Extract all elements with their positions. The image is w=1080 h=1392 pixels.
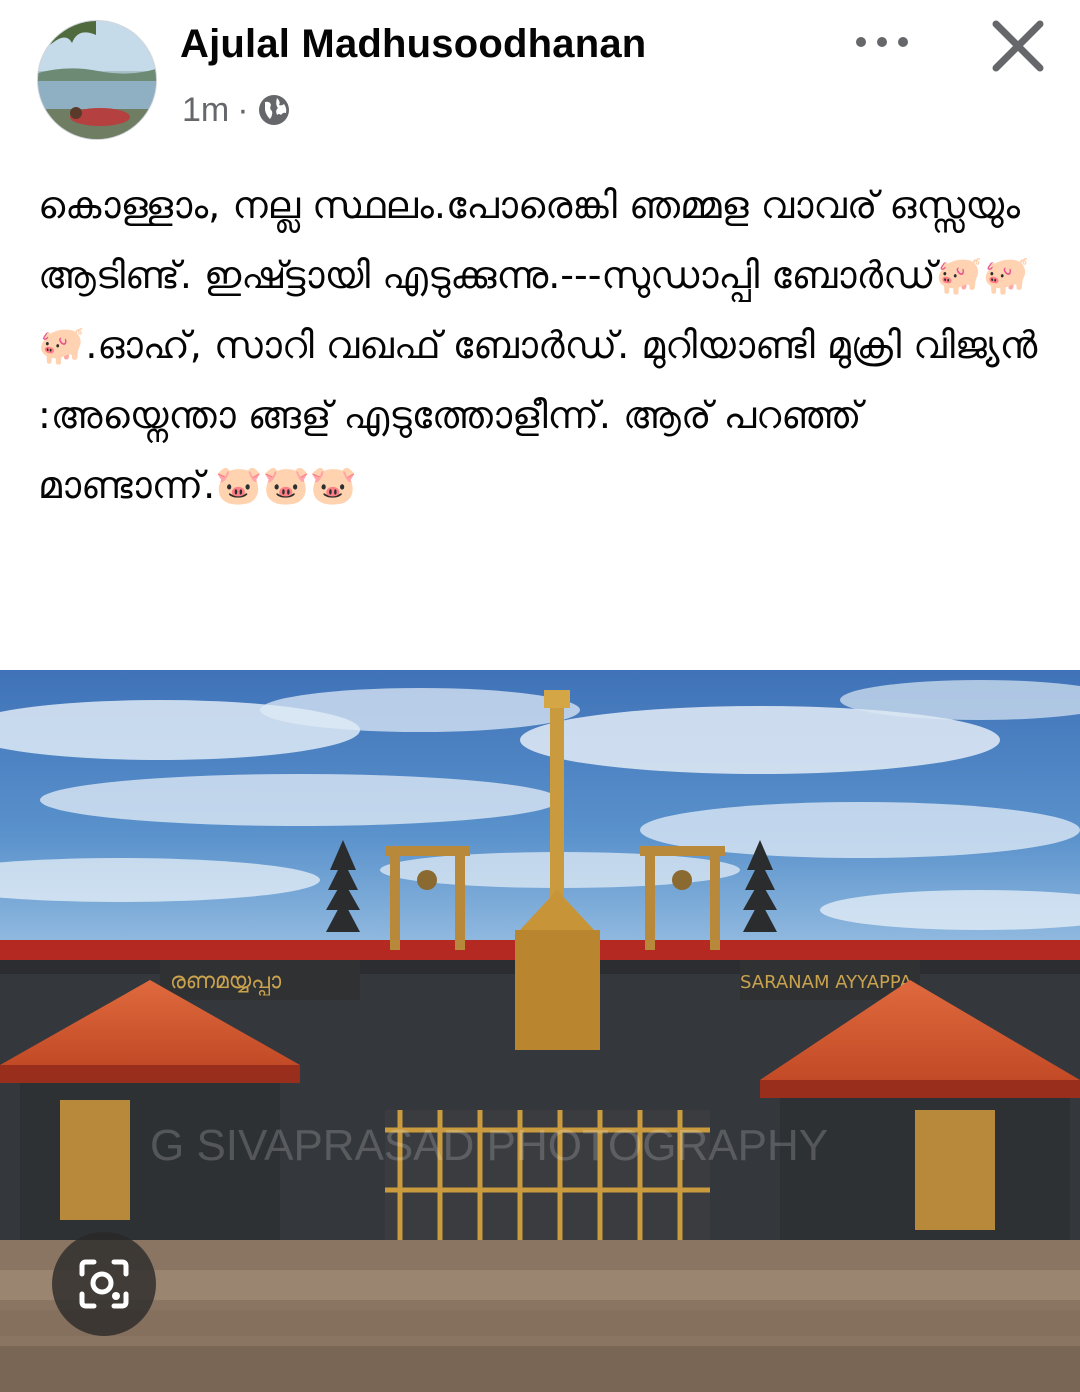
author-name[interactable]: Ajulal Madhusoodhanan — [180, 22, 646, 67]
globe-icon[interactable] — [257, 93, 291, 127]
photo-watermark: G SIVAPRASAD PHOTOGRAPHY — [150, 1121, 828, 1170]
post-header: Ajulal Madhusoodhanan 1m · — [0, 0, 1080, 150]
meta-separator: · — [237, 90, 249, 129]
avatar-photo — [38, 21, 156, 139]
post-time[interactable]: 1m — [182, 91, 229, 130]
author-avatar[interactable] — [37, 20, 157, 140]
more-options-icon — [856, 37, 908, 47]
post-photo[interactable]: രണമയ്യപ്പാ SARANAM AYYAPPA G SIVAPRASAD … — [0, 670, 1080, 1392]
post-meta: 1m · — [182, 88, 291, 132]
visual-search-button[interactable] — [52, 1232, 156, 1336]
temple-sign-left: രണമയ്യപ്പാ — [170, 969, 282, 996]
close-icon[interactable] — [980, 8, 1056, 84]
temple-photo: രണമയ്യപ്പാ SARANAM AYYAPPA G SIVAPRASAD … — [0, 670, 1080, 1392]
post-body-text: കൊള്ളാം, നല്ല സ്ഥലം.പോരെങ്കി ഞമ്മള വാവര്… — [38, 183, 1050, 507]
more-options-button[interactable] — [840, 18, 924, 66]
visual-search-lens-icon — [79, 1259, 129, 1309]
temple-sign-right: SARANAM AYYAPPA — [740, 972, 913, 993]
